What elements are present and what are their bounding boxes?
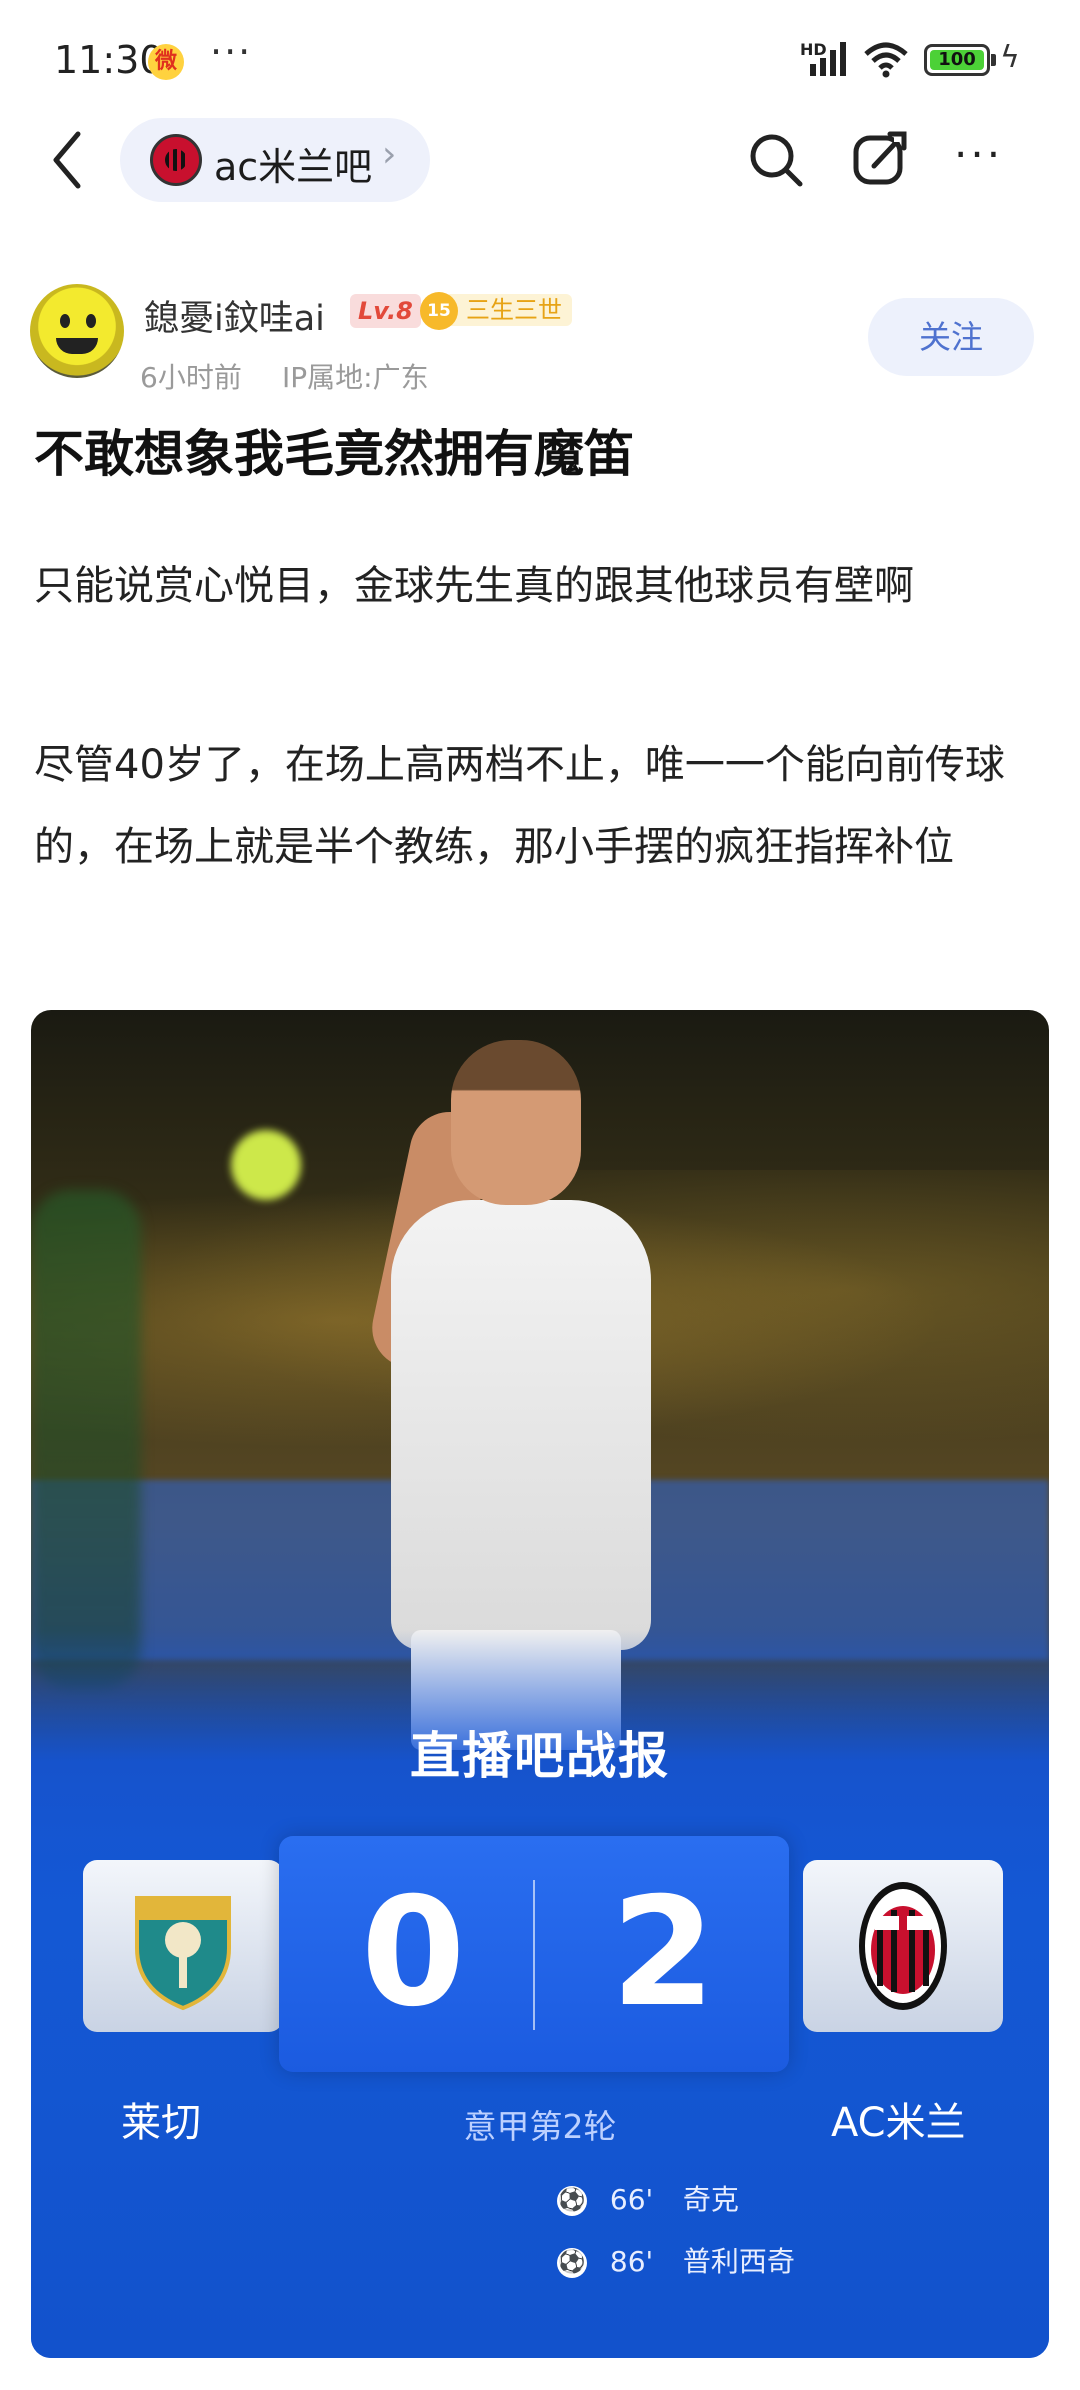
battery-tip xyxy=(991,54,996,66)
away-team-tile xyxy=(803,1860,1003,2032)
home-team-tile xyxy=(83,1860,283,2032)
fan-title: 三生三世 xyxy=(444,294,572,326)
more-options-icon[interactable]: ··· xyxy=(954,134,1003,176)
away-score: 2 xyxy=(611,1866,716,2040)
score-divider xyxy=(533,1880,535,2030)
author-name[interactable]: 鎴憂i鈫哇ai xyxy=(144,290,325,341)
goal-event: ⚽ 86' 普利西奇 xyxy=(557,2240,795,2280)
battery-icon: 100 xyxy=(924,44,990,76)
signal-icon xyxy=(806,40,848,76)
lecce-crest-icon xyxy=(135,1896,231,2011)
level-badge: Lv.8 xyxy=(350,294,421,328)
more-notifications-icon: ··· xyxy=(210,30,253,74)
goalkeeper-glove xyxy=(231,1130,301,1200)
post-paragraph: 尽管40岁了，在场上高两档不止，唯一一个能向前传球的，在场上就是半个教练，那小手… xyxy=(34,742,1005,870)
chevron-right-icon: › xyxy=(382,134,397,175)
goal-scorer: 普利西奇 xyxy=(682,2245,795,2278)
status-bar: 11:30 微 ··· HD 100 ϟ xyxy=(0,0,1080,120)
scoreboard: 0 2 xyxy=(279,1836,789,2072)
football-icon: ⚽ xyxy=(557,2186,587,2216)
goalkeeper-figure xyxy=(31,1190,141,1690)
football-icon: ⚽ xyxy=(557,2248,587,2278)
charging-icon: ϟ xyxy=(1000,40,1020,75)
post-paragraph: 只能说赏心悦目，金球先生真的跟其他球员有壁啊 xyxy=(34,563,914,609)
fan-badge: 15 三生三世 xyxy=(420,290,580,330)
post-title: 不敢想象我毛竟然拥有魔笛 xyxy=(34,425,634,483)
goal-scorer: 奇克 xyxy=(682,2183,739,2216)
author-avatar[interactable] xyxy=(30,284,124,378)
weibo-notification-icon: 微 xyxy=(148,44,184,80)
back-arrow-icon[interactable] xyxy=(40,124,92,196)
goal-minute: 66' xyxy=(609,2183,654,2216)
home-score: 0 xyxy=(361,1866,466,2040)
forum-logo-icon xyxy=(150,134,202,186)
post-time: 6小时前 xyxy=(140,361,242,394)
player-shirt xyxy=(391,1200,651,1650)
search-icon[interactable] xyxy=(746,130,806,190)
player-head xyxy=(451,1040,581,1205)
match-report-image[interactable]: 直播吧战报 0 2 莱切 意甲第2轮 AC米兰 ⚽ 66' 奇克 ⚽ 86' 普… xyxy=(31,1010,1049,2358)
goal-minute: 86' xyxy=(609,2245,654,2278)
edit-share-icon[interactable] xyxy=(850,128,910,190)
report-title: 直播吧战报 xyxy=(410,1727,670,1785)
goal-event: ⚽ 66' 奇克 xyxy=(557,2178,739,2218)
battery-level: 100 xyxy=(930,50,984,70)
ac-milan-crest-icon xyxy=(859,1882,947,2010)
ip-location: IP属地:广东 xyxy=(282,361,429,394)
forum-entry-button[interactable]: ac米兰吧 › xyxy=(120,118,430,202)
wifi-icon xyxy=(864,42,908,78)
forum-name: ac米兰吧 xyxy=(214,145,373,189)
fan-level-icon: 15 xyxy=(420,292,458,330)
follow-button[interactable]: 关注 xyxy=(868,298,1034,376)
away-team-name: AC米兰 xyxy=(831,2100,966,2146)
